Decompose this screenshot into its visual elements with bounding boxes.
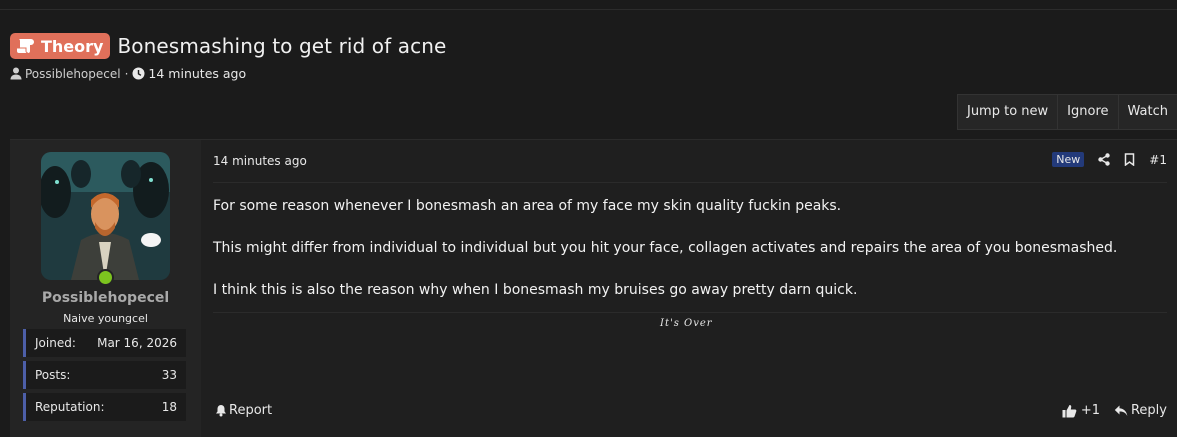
like-button[interactable]: +1 [1062,403,1100,418]
report-label: Report [229,403,273,418]
post-username[interactable]: Possiblehopecel [10,290,201,306]
new-badge: New [1052,152,1085,167]
bookmark-icon[interactable] [1124,153,1135,166]
post-footer-actions: +1 Reply [1048,403,1167,418]
divider [213,182,1167,183]
scroll-icon [16,38,36,54]
top-strip [0,0,1177,10]
watch-button[interactable]: Watch [1117,95,1177,129]
meta-separator: · [124,66,129,81]
user-cell: Possiblehopecel Naive youngcel Joined: M… [10,140,201,437]
thread-title: Bonesmashing to get rid of acne [117,34,447,58]
stat-value: Mar 16, 2026 [97,336,177,350]
post-number[interactable]: #1 [1149,153,1167,167]
stat-label: Posts: [35,368,71,382]
stat-value: 18 [161,400,177,414]
theory-prefix-label[interactable]: Theory [10,33,111,59]
thread-author[interactable]: Possiblehopecel [25,67,121,81]
bell-icon [215,404,227,417]
thread-title-row: Theory Bonesmashing to get rid of acne [10,32,446,60]
stat-value[interactable]: 33 [162,368,177,382]
post-actions: New #1 [1052,152,1167,167]
post-date[interactable]: 14 minutes ago [213,154,307,168]
user-icon [10,67,22,80]
stat-reputation: Reputation: 18 [23,393,186,421]
reply-icon [1114,405,1128,417]
report-link[interactable]: Report [215,403,272,418]
user-title: Naive youngcel [63,312,148,325]
post-paragraph: For some reason whenever I bonesmash an … [213,198,842,214]
clock-icon [132,67,145,80]
like-count: +1 [1080,403,1100,418]
avatar[interactable] [41,152,170,280]
share-icon[interactable] [1098,153,1110,166]
prefix-text: Theory [41,36,104,56]
post: Possiblehopecel Naive youngcel Joined: M… [10,139,1177,437]
post-paragraph: This might differ from individual to ind… [213,240,1118,256]
reply-button[interactable]: Reply [1114,403,1167,418]
stat-label: Reputation: [35,400,105,414]
thread-action-buttons: Jump to new Ignore Watch [956,94,1177,130]
signature-divider [213,312,1167,313]
thread-meta: Possiblehopecel · 14 minutes ago [10,66,246,81]
reply-label: Reply [1130,403,1167,418]
post-paragraph: I think this is also the reason why when… [213,282,858,298]
stat-joined: Joined: Mar 16, 2026 [23,329,186,357]
jump-to-new-button[interactable]: Jump to new [958,95,1057,129]
ignore-button[interactable]: Ignore [1057,95,1117,129]
online-indicator [97,269,114,286]
stat-posts: Posts: 33 [23,361,186,389]
stat-label: Joined: [35,336,76,350]
thumbs-up-icon [1062,404,1077,418]
thread-time[interactable]: 14 minutes ago [148,66,246,81]
signature: It's Over [660,318,713,329]
